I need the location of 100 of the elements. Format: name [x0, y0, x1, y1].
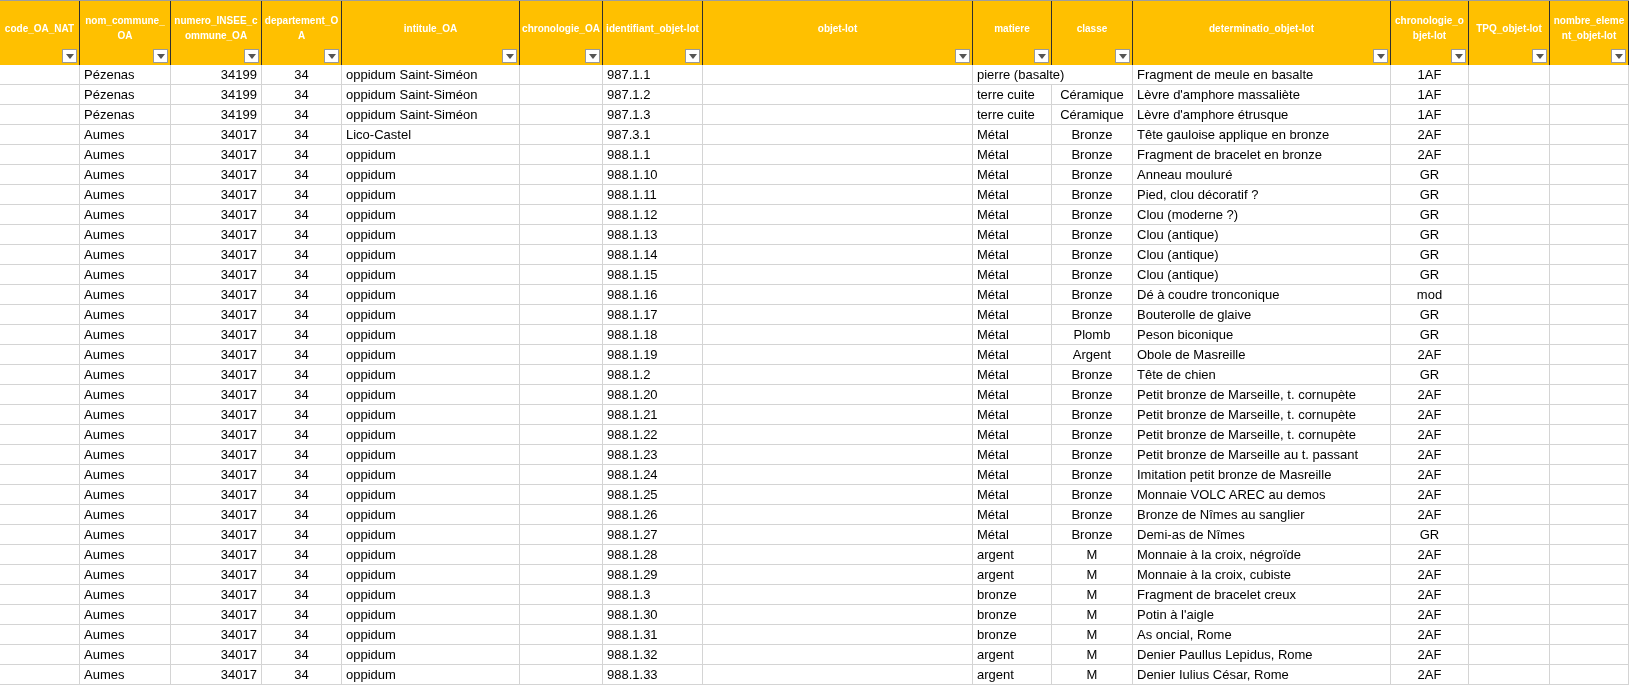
table-cell: 988.1.13	[603, 225, 703, 245]
table-cell: terre cuite	[973, 105, 1052, 125]
filter-dropdown-button[interactable]	[685, 49, 700, 63]
table-cell: Clou (antique)	[1133, 265, 1391, 285]
table-cell: 988.1.12	[603, 205, 703, 225]
table-cell: 988.1.29	[603, 565, 703, 585]
table-cell: Aumes	[80, 645, 171, 665]
table-cell: oppidum	[342, 405, 520, 425]
table-cell: oppidum	[342, 285, 520, 305]
table-cell: Monnaie à la croix, négroïde	[1133, 545, 1391, 565]
table-cell: 988.1.30	[603, 605, 703, 625]
table-cell: 34017	[171, 525, 262, 545]
table-cell: oppidum	[342, 465, 520, 485]
table-cell: 988.1.20	[603, 385, 703, 405]
table-cell: 34017	[171, 425, 262, 445]
table-cell: Métal	[973, 325, 1052, 345]
caret-icon	[505, 53, 514, 59]
table-cell: 34	[262, 465, 342, 485]
table-cell: oppidum Saint-Siméon	[342, 65, 520, 85]
filter-dropdown-button[interactable]	[1115, 49, 1130, 63]
table-cell: M	[1052, 645, 1133, 665]
filter-dropdown-button[interactable]	[955, 49, 970, 63]
table-cell: oppidum Saint-Siméon	[342, 105, 520, 125]
table-cell: 34017	[171, 505, 262, 525]
column-header: objet-lot	[703, 1, 973, 65]
filter-dropdown-button[interactable]	[244, 49, 259, 63]
table-cell: oppidum Saint-Siméon	[342, 85, 520, 105]
table-cell: pierre (basalte)	[973, 65, 1133, 85]
table-cell: M	[1052, 565, 1133, 585]
filter-dropdown-button[interactable]	[153, 49, 168, 63]
filter-dropdown-button[interactable]	[1373, 49, 1388, 63]
filter-dropdown-button[interactable]	[1451, 49, 1466, 63]
table-cell: 34199	[171, 65, 262, 85]
table-cell: 34017	[171, 245, 262, 265]
table-cell: 34017	[171, 325, 262, 345]
filter-dropdown-button[interactable]	[1532, 49, 1547, 63]
column-header: chronologie_OA	[520, 1, 603, 65]
table-cell: 2AF	[1391, 385, 1469, 405]
table-cell: 34017	[171, 625, 262, 645]
table-cell: 988.1.21	[603, 405, 703, 425]
table-cell: 34017	[171, 665, 262, 685]
table-cell: 988.1.16	[603, 285, 703, 305]
column-header: classe	[1052, 1, 1133, 65]
table-cell: Métal	[973, 305, 1052, 325]
table-cell: Aumes	[80, 365, 171, 385]
caret-icon	[1376, 53, 1385, 59]
table-cell: Clou (antique)	[1133, 245, 1391, 265]
table-cell: oppidum	[342, 525, 520, 545]
table-cell: 34017	[171, 585, 262, 605]
table-cell: 34017	[171, 545, 262, 565]
table-cell: 34017	[171, 605, 262, 625]
table-cell: 2AF	[1391, 585, 1469, 605]
table-cell: Aumes	[80, 565, 171, 585]
table-cell: 2AF	[1391, 145, 1469, 165]
table-cell: 34017	[171, 185, 262, 205]
table-cell: Aumes	[80, 545, 171, 565]
table-cell: Bronze	[1052, 445, 1133, 465]
table-cell: 34	[262, 365, 342, 385]
table-cell: Bronze	[1052, 125, 1133, 145]
filter-dropdown-button[interactable]	[62, 49, 77, 63]
table-cell: oppidum	[342, 385, 520, 405]
table-cell: argent	[973, 545, 1052, 565]
table-cell: Métal	[973, 185, 1052, 205]
table-cell: Aumes	[80, 305, 171, 325]
table-cell: GR	[1391, 225, 1469, 245]
column-header: determinatio_objet-lot	[1133, 1, 1391, 65]
table-cell: 34199	[171, 105, 262, 125]
table-cell: 34	[262, 605, 342, 625]
table-cell: Bronze	[1052, 305, 1133, 325]
table-cell: Aumes	[80, 465, 171, 485]
table-cell: Lico-Castel	[342, 125, 520, 145]
table-cell: 987.1.3	[603, 105, 703, 125]
filter-dropdown-button[interactable]	[1611, 49, 1626, 63]
table-cell: 2AF	[1391, 625, 1469, 645]
table-cell: 2AF	[1391, 605, 1469, 625]
filter-dropdown-button[interactable]	[324, 49, 339, 63]
table-cell: Bronze	[1052, 525, 1133, 545]
table-cell: 2AF	[1391, 645, 1469, 665]
table-cell: Métal	[973, 525, 1052, 545]
table-cell: GR	[1391, 325, 1469, 345]
table-cell: Bronze	[1052, 205, 1133, 225]
table-cell: mod	[1391, 285, 1469, 305]
table-cell: 988.1.17	[603, 305, 703, 325]
caret-icon	[1118, 53, 1127, 59]
table-cell: Bronze	[1052, 385, 1133, 405]
filter-dropdown-button[interactable]	[502, 49, 517, 63]
filter-dropdown-button[interactable]	[585, 49, 600, 63]
table-cell: oppidum	[342, 505, 520, 525]
table-cell: oppidum	[342, 365, 520, 385]
table-cell: Céramique	[1052, 85, 1133, 105]
table-cell: Métal	[973, 505, 1052, 525]
table-cell: 34	[262, 65, 342, 85]
table-cell: 34	[262, 165, 342, 185]
table-cell: 34199	[171, 85, 262, 105]
table-cell: 34	[262, 245, 342, 265]
table-cell: 988.1.27	[603, 525, 703, 545]
table-cell: 988.1.3	[603, 585, 703, 605]
table-cell: oppidum	[342, 345, 520, 365]
filter-dropdown-button[interactable]	[1034, 49, 1049, 63]
table-cell: Métal	[973, 425, 1052, 445]
